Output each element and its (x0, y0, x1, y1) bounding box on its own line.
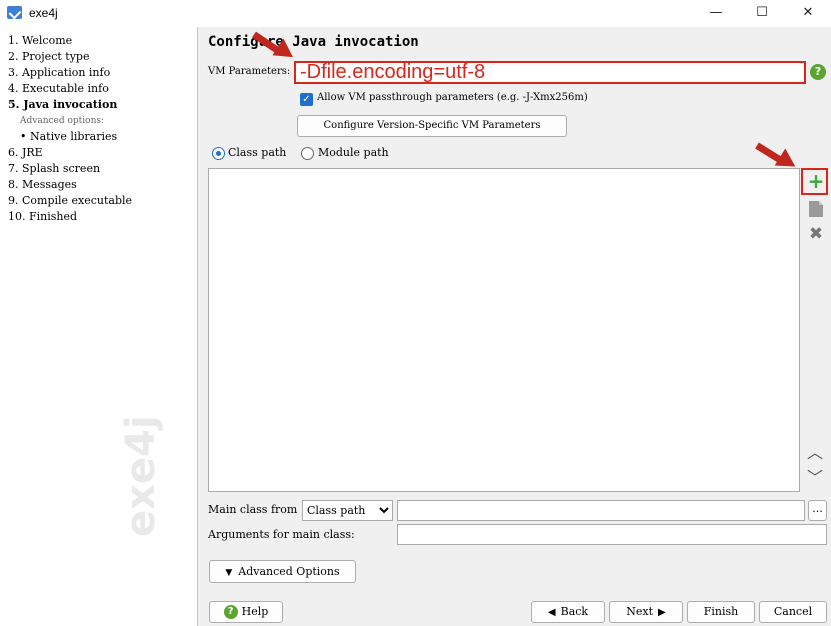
delete-icon[interactable]: ✖ (805, 223, 827, 245)
next-button[interactable]: Next ▶ (609, 601, 683, 623)
step-messages[interactable]: 8. Messages (8, 178, 77, 191)
passthrough-label: Allow VM passthrough parameters (e.g. -J… (317, 92, 588, 103)
add-icon[interactable]: + (805, 171, 827, 194)
maximize-button[interactable]: ☐ (739, 0, 785, 27)
step-project-type[interactable]: 2. Project type (8, 50, 89, 63)
finish-button[interactable]: Finish (687, 601, 755, 623)
dropdown-arrow-icon: ▼ (225, 568, 233, 578)
step-compile-executable[interactable]: 9. Compile executable (8, 194, 132, 207)
next-arrow-icon: ▶ (658, 607, 666, 618)
advanced-options-label: Advanced Options (238, 565, 340, 578)
close-button[interactable]: ✕ (785, 0, 831, 27)
version-specific-vm-button[interactable]: Configure Version-Specific VM Parameters (297, 115, 567, 137)
window-title: exe4j (29, 6, 58, 20)
help-icon[interactable]: ? (810, 64, 826, 80)
back-label: Back (560, 605, 589, 618)
minimize-button[interactable]: — (693, 0, 739, 27)
arguments-label: Arguments for main class: (208, 528, 355, 541)
step-jre[interactable]: 6. JRE (8, 146, 43, 159)
advanced-options-button[interactable]: ▼ Advanced Options (209, 560, 356, 583)
title-bar: exe4j — ☐ ✕ (0, 0, 831, 27)
next-label: Next (626, 605, 654, 618)
back-button[interactable]: ◀ Back (531, 601, 605, 623)
vm-parameters-input[interactable] (294, 61, 806, 84)
help-label: Help (241, 605, 269, 618)
wizard-steps-sidebar: 1. Welcome 2. Project type 3. Applicatio… (0, 27, 198, 626)
help-circle-icon: ? (223, 605, 238, 619)
exe4j-app-icon (7, 6, 22, 19)
advanced-options-heading: Advanced options: (20, 116, 105, 126)
vm-parameters-label: VM Parameters: (208, 66, 291, 77)
module-path-radio-label: Module path (318, 146, 389, 159)
passthrough-checkbox[interactable]: ✓ (300, 93, 313, 106)
main-class-input[interactable] (397, 500, 805, 521)
move-down-icon[interactable]: ﹀ (804, 467, 826, 489)
back-arrow-icon: ◀ (547, 607, 556, 618)
class-path-radio-label: Class path (228, 146, 287, 159)
page-title: Configure Java invocation (208, 34, 419, 50)
module-path-radio[interactable] (301, 147, 314, 160)
step-splash-screen[interactable]: 7. Splash screen (8, 162, 100, 175)
step-application-info[interactable]: 3. Application info (8, 66, 110, 79)
arguments-input[interactable] (397, 524, 827, 545)
class-path-list[interactable] (208, 168, 800, 492)
exe4j-watermark: exe4j (118, 415, 164, 537)
step-java-invocation[interactable]: 5. Java invocation (8, 98, 117, 111)
step-finished[interactable]: 10. Finished (8, 210, 77, 223)
main-class-from-label: Main class from (208, 503, 298, 516)
class-path-radio[interactable] (212, 147, 225, 160)
step-executable-info[interactable]: 4. Executable info (8, 82, 109, 95)
cancel-button[interactable]: Cancel (759, 601, 827, 623)
edit-icon[interactable] (805, 199, 827, 221)
browse-main-class-button[interactable]: ... (808, 500, 827, 521)
step-native-libraries[interactable]: • Native libraries (20, 130, 117, 143)
move-up-icon[interactable]: ︿ (804, 442, 826, 464)
help-button[interactable]: ? Help (209, 601, 283, 623)
main-class-source-select[interactable]: Class path Module path (302, 500, 393, 521)
step-welcome[interactable]: 1. Welcome (8, 34, 72, 47)
